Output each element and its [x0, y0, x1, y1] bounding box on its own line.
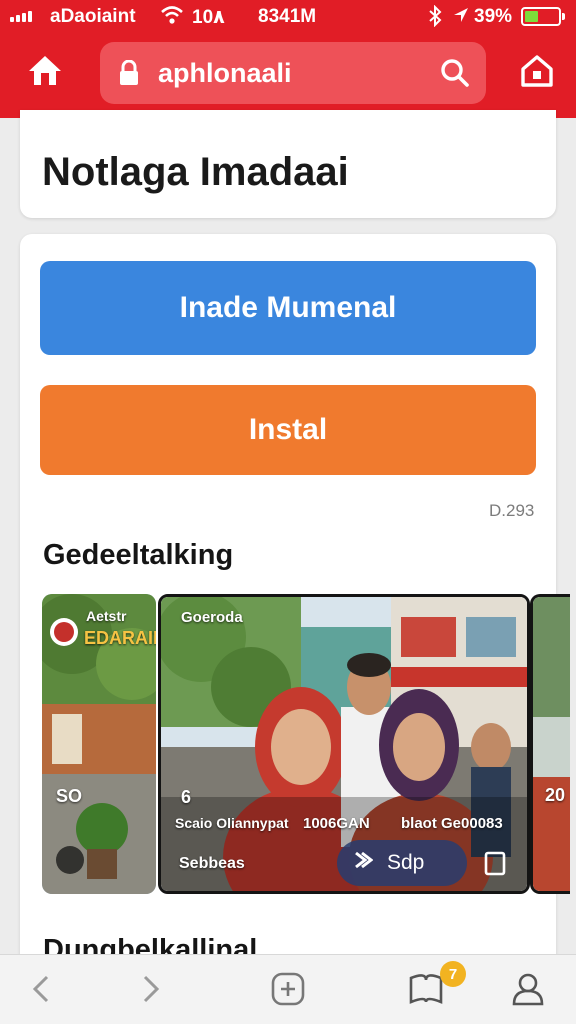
pill-label: Sdp — [387, 851, 425, 874]
browser-bottom-bar: 7 — [0, 954, 576, 1024]
page-title: Notlaga Imadaai — [42, 150, 349, 194]
address-bar[interactable]: aphlonaali — [100, 42, 486, 104]
tile-right-photo — [533, 597, 570, 891]
tile-main-location: Sebbeas — [179, 855, 245, 872]
signal-icon — [10, 11, 32, 22]
page-title-card: Notlaga Imadaai — [20, 110, 556, 218]
battery-percent: 39% — [474, 6, 513, 27]
meta-text: D.293 — [489, 501, 535, 520]
tile-left-action-icon[interactable] — [56, 846, 84, 874]
tile-left-label: Aetstr — [86, 608, 127, 624]
content-card: Inade Mumenal Instal D.293 Gedeeltalking… — [20, 234, 570, 994]
tile-left-count: SO — [56, 786, 83, 806]
media-tile-right[interactable]: 20 — [530, 594, 570, 894]
bookmark-icon[interactable] — [483, 851, 507, 882]
tile-main-pill[interactable]: Sdp — [337, 840, 467, 886]
arrow-icon — [353, 850, 374, 876]
back-icon[interactable] — [22, 969, 62, 1009]
media-tile-main[interactable]: Goeroda 6 Scaio Oliannypat 1006GAN blaot… — [158, 594, 530, 894]
location-icon — [452, 6, 470, 30]
tile-main-caption-left: Scaio Oliannypat — [175, 815, 289, 831]
tile-main-label: Goeroda — [181, 609, 243, 626]
home-outline-icon[interactable] — [514, 48, 560, 94]
lock-icon — [118, 59, 140, 91]
tile-left-banner: EDARAIN — [84, 628, 156, 648]
search-icon[interactable] — [440, 58, 470, 93]
section-title: Gedeeltalking — [43, 539, 234, 571]
primary-button[interactable]: Inade Mumenal — [40, 261, 536, 355]
bluetooth-icon — [428, 4, 442, 33]
status-center-text: 10۸ — [192, 7, 225, 28]
tile-right-count: 20 — [545, 785, 566, 805]
tile-main-caption-mid: 1006GAN — [303, 815, 370, 832]
install-button[interactable]: Instal — [40, 385, 536, 475]
tile-main-likes: 6 — [181, 787, 192, 807]
home-icon[interactable] — [22, 48, 68, 94]
battery-icon — [521, 7, 565, 26]
status-bar: aDaoiaint 10۸ 8341M 39% — [0, 0, 576, 34]
browser-top-bar: aDaoiaint 10۸ 8341M 39% aphlonaali — [0, 0, 576, 118]
clock: 8341M — [258, 6, 317, 27]
carrier-name: aDaoiaint — [50, 6, 136, 27]
url-text[interactable]: aphlonaali — [158, 58, 292, 89]
tile-main-caption-right: blaot Ge00083 — [401, 815, 503, 832]
media-tile-left[interactable]: Aetstr EDARAIN SO — [42, 594, 156, 894]
new-tab-icon[interactable] — [268, 969, 308, 1009]
wifi-icon — [160, 5, 184, 31]
forward-icon[interactable] — [130, 969, 170, 1009]
bookmarks-badge: 7 — [440, 961, 466, 987]
profile-icon[interactable] — [508, 969, 548, 1009]
